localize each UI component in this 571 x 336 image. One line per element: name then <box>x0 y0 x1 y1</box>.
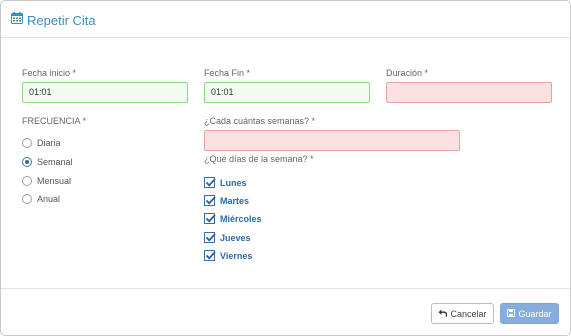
checkbox-lunes[interactable] <box>204 177 216 188</box>
weekday-label: Viernes <box>220 250 253 261</box>
weekday-martes[interactable]: Martes <box>204 195 249 206</box>
modal-title: Repetir Cita <box>11 11 96 29</box>
frequency-option-label: Semanal <box>37 157 73 167</box>
checkbox-viernes[interactable] <box>204 250 216 261</box>
weekday-jueves[interactable]: Jueves <box>204 232 251 243</box>
weekday-viernes[interactable]: Viernes <box>204 250 252 261</box>
save-button-label: Guardar <box>518 308 552 319</box>
weeks-interval-label: ¿Cada cuántas semanas? * <box>204 116 316 126</box>
checkbox-jueves[interactable] <box>204 232 216 243</box>
save-button[interactable]: Guardar <box>500 303 559 324</box>
weekdays-label: ¿Qué días de la semana? * <box>204 154 314 164</box>
radio-diaria[interactable] <box>22 138 32 148</box>
weekday-label: Jueves <box>220 232 251 243</box>
weekday-label: Lunes <box>220 177 247 188</box>
frequency-option-semanal[interactable]: Semanal <box>22 157 73 167</box>
radio-anual[interactable] <box>22 194 32 204</box>
end-date-input[interactable]: 01:01 <box>204 82 370 103</box>
duration-label: Duración * <box>386 68 429 78</box>
modal-header: Repetir Cita <box>1 1 570 38</box>
cancel-button-label: Cancelar <box>450 308 487 319</box>
start-date-label: Fecha inicio * <box>22 68 77 78</box>
frequency-option-diaria[interactable]: Diaria <box>22 138 61 148</box>
frequency-label: FRECUENCIA * <box>22 116 87 126</box>
calendar-icon <box>11 11 23 29</box>
start-date-input[interactable]: 01:01 <box>22 82 188 103</box>
frequency-option-label: Mensual <box>37 176 72 186</box>
footer-divider <box>1 288 570 289</box>
checkbox-martes[interactable] <box>204 195 216 206</box>
weekday-lunes[interactable]: Lunes <box>204 177 247 188</box>
frequency-option-label: Anual <box>37 194 61 204</box>
checkbox-miercoles[interactable] <box>204 213 216 224</box>
floppy-disk-icon <box>507 308 516 319</box>
frequency-option-label: Diaria <box>37 138 61 148</box>
duration-input[interactable] <box>386 82 552 103</box>
weekday-label: Miércoles <box>220 213 262 224</box>
undo-icon <box>438 309 448 319</box>
end-date-label: Fecha Fin * <box>204 68 251 78</box>
frequency-option-anual[interactable]: Anual <box>22 194 60 204</box>
modal-title-text: Repetir Cita <box>27 12 96 28</box>
repeat-appointment-modal: Repetir Cita Fecha inicio * 01:01 Fecha … <box>0 0 571 336</box>
weekday-miercoles[interactable]: Miércoles <box>204 213 262 224</box>
weeks-interval-input[interactable] <box>204 130 460 151</box>
radio-mensual[interactable] <box>22 176 32 186</box>
frequency-option-mensual[interactable]: Mensual <box>22 176 71 186</box>
weekday-label: Martes <box>220 195 250 206</box>
cancel-button[interactable]: Cancelar <box>431 303 494 324</box>
radio-semanal[interactable] <box>22 157 32 167</box>
